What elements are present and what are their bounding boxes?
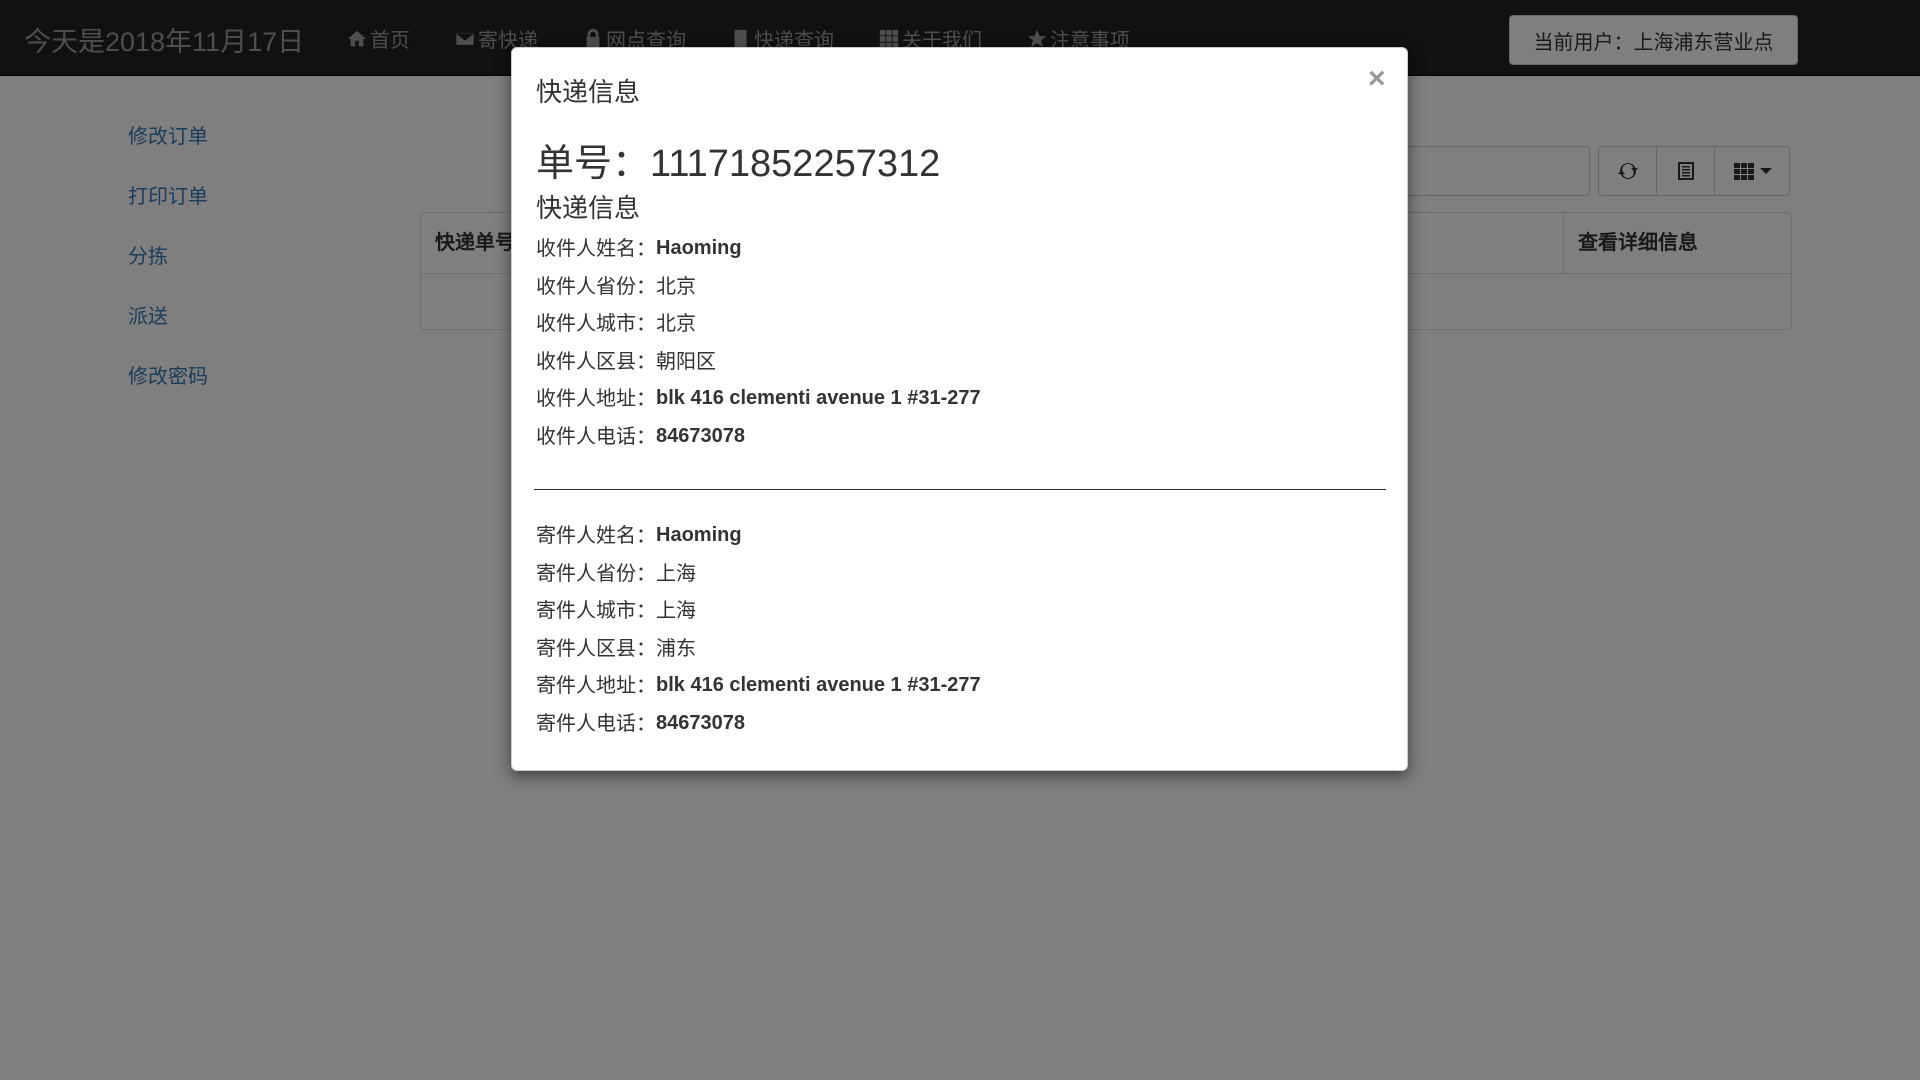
receiver-address-row: 收件人地址： blk 416 clementi avenue 1 #31-277 xyxy=(536,383,981,421)
divider xyxy=(534,489,1386,490)
field-label: 收件人地址： xyxy=(536,386,656,410)
sender-info: 寄件人姓名： Haoming 寄件人省份： 上海 寄件人城市： 上海 寄件人区县： 浦东… xyxy=(536,520,981,745)
field-value: 84673078 xyxy=(656,424,745,447)
field-label: 收件人姓名： xyxy=(536,236,656,260)
tracking-number: 11171852257312 xyxy=(650,143,941,185)
field-label: 寄件人区县： xyxy=(536,635,656,660)
tracking-label: 单号： xyxy=(536,143,651,185)
field-label: 收件人电话： xyxy=(536,423,656,448)
sender-phone-row: 寄件人电话： 84673078 xyxy=(536,708,981,746)
sender-province-row: 寄件人省份： 上海 xyxy=(536,558,981,596)
field-label: 收件人区县： xyxy=(536,348,656,373)
receiver-info: 收件人姓名： Haoming 收件人省份： 北京 收件人城市： 北京 收件人区县： 朝阳… xyxy=(536,233,981,458)
field-label: 寄件人城市： xyxy=(536,598,656,622)
receiver-phone-row: 收件人电话： 84673078 xyxy=(536,421,981,459)
field-label: 收件人省份： xyxy=(536,273,656,298)
field-label: 寄件人姓名： xyxy=(536,523,656,547)
field-value: Haoming xyxy=(656,524,742,546)
field-value: 上海 xyxy=(656,560,696,585)
receiver-province-row: 收件人省份： 北京 xyxy=(536,271,981,309)
field-label: 收件人城市： xyxy=(536,311,656,335)
receiver-name-row: 收件人姓名： Haoming xyxy=(536,233,981,271)
express-info-modal: 快递信息 × 单号：11171852257312 快递信息 收件人姓名： Haom… xyxy=(511,47,1408,771)
modal-title: 快递信息 xyxy=(536,77,641,107)
section-title: 快递信息 xyxy=(536,193,641,223)
field-label: 寄件人电话： xyxy=(536,710,656,735)
sender-district-row: 寄件人区县： 浦东 xyxy=(536,633,981,671)
receiver-city-row: 收件人城市： 北京 xyxy=(536,308,981,346)
field-value: 上海 xyxy=(656,598,696,622)
sender-city-row: 寄件人城市： 上海 xyxy=(536,595,981,633)
field-value: blk 416 clementi avenue 1 #31-277 xyxy=(656,387,981,409)
field-value: 北京 xyxy=(656,311,696,335)
sender-address-row: 寄件人地址： blk 416 clementi avenue 1 #31-277 xyxy=(536,670,981,708)
close-button[interactable]: × xyxy=(1368,64,1386,94)
field-value: 84673078 xyxy=(656,711,745,734)
tracking-number-heading: 单号：11171852257312 xyxy=(536,132,940,187)
sender-name-row: 寄件人姓名： Haoming xyxy=(536,520,981,558)
field-value: 朝阳区 xyxy=(656,348,716,373)
field-label: 寄件人地址： xyxy=(536,673,656,697)
field-label: 寄件人省份： xyxy=(536,560,656,585)
field-value: Haoming xyxy=(656,237,742,259)
field-value: blk 416 clementi avenue 1 #31-277 xyxy=(656,674,981,696)
field-value: 北京 xyxy=(656,273,696,298)
field-value: 浦东 xyxy=(656,635,696,660)
receiver-district-row: 收件人区县： 朝阳区 xyxy=(536,346,981,384)
